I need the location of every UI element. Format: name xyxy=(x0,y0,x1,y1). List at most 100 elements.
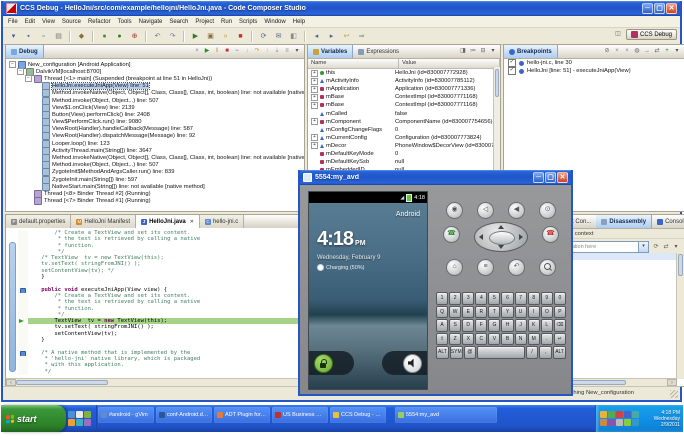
debug-tree-item[interactable]: Method.invoke(Object, Object...) line: 5… xyxy=(6,161,304,170)
view-menu-icon[interactable]: ▾ xyxy=(672,242,681,253)
debug-tree-item[interactable]: ZygoteInit$MethodAndArgsCaller.run() lin… xyxy=(6,168,304,177)
last-edit-icon[interactable]: ↩ xyxy=(340,30,353,43)
key-space[interactable] xyxy=(477,346,525,359)
editor-tab-default-properties[interactable]: Pdefault.properties xyxy=(6,215,72,228)
taskbar-item-adt-plugin-for-eclipse-[interactable]: ADT Plugin for Eclipse... xyxy=(214,407,270,423)
key-f[interactable]: F xyxy=(475,319,488,332)
menu-search[interactable]: Search xyxy=(169,19,188,25)
key-v[interactable]: V xyxy=(488,332,501,345)
debug-tree-item[interactable]: − Thread [<1> main] (Suspended (breakpoin… xyxy=(6,74,304,83)
perspective-ccs-debug[interactable]: CCS Debug xyxy=(625,29,677,40)
key-7[interactable]: 7 xyxy=(514,292,527,305)
key-s[interactable]: S xyxy=(449,319,462,332)
key-x[interactable]: X xyxy=(462,332,475,345)
scroll-thumb[interactable] xyxy=(16,380,108,385)
expander-icon[interactable]: + xyxy=(311,101,318,109)
expander-icon[interactable]: + xyxy=(311,118,318,126)
show-type-names-icon[interactable]: ◨ xyxy=(459,46,468,57)
show-logical-structure-icon[interactable]: ≔ xyxy=(469,46,478,57)
variable-row[interactable]: mConfigChangeFlags 0 xyxy=(308,126,500,134)
collapse-all-icon[interactable]: ⊟ xyxy=(479,46,488,57)
tab-debug[interactable]: Debug xyxy=(6,45,44,58)
home-button[interactable]: ⌂ xyxy=(446,259,463,276)
menu-project[interactable]: Project xyxy=(195,19,214,25)
editor-left-scrollbar[interactable] xyxy=(9,242,16,372)
key-w[interactable]: W xyxy=(449,305,462,318)
key-sym[interactable]: ⇧ xyxy=(436,332,449,345)
taskbar-item-5554-my-avd[interactable]: 5554:my_avd xyxy=(395,407,497,423)
dpad[interactable] xyxy=(474,222,528,252)
variable-row[interactable]: + mCurrentConfig Configuration (id=8300077… xyxy=(308,134,500,142)
view-menu-icon[interactable]: ▾ xyxy=(293,46,302,57)
dpad-left-icon[interactable] xyxy=(479,234,483,240)
debug-tree-item[interactable]: Thread [<7> Binder Thread #1] (Running) xyxy=(6,197,304,205)
quick-launch-icon-2[interactable] xyxy=(76,411,83,418)
dpad-right-icon[interactable] xyxy=(519,234,523,240)
breakpoint-checkbox[interactable]: ✓ xyxy=(508,59,516,67)
redo-icon[interactable]: ↷ xyxy=(166,30,179,43)
expander-icon[interactable]: − xyxy=(17,68,24,76)
quick-launch-icon-5[interactable] xyxy=(76,419,83,426)
key-sym[interactable]: , xyxy=(539,346,553,359)
suspend-icon[interactable]: ‖ xyxy=(213,46,222,57)
menu-tools[interactable]: Tools xyxy=(118,19,132,25)
key-q[interactable]: Q xyxy=(436,305,449,318)
variable-row[interactable]: + mDecor PhoneWindow$DecorView (id=8300077… xyxy=(308,142,500,150)
view-menu-icon[interactable]: ▾ xyxy=(673,46,682,57)
variable-row[interactable]: + mApplication Application (id=83000777133… xyxy=(308,85,500,93)
key-i[interactable]: I xyxy=(527,305,540,318)
remove-all-icon[interactable]: × xyxy=(623,46,632,57)
expander-icon[interactable]: + xyxy=(311,69,318,77)
key-n[interactable]: N xyxy=(514,332,527,345)
key-alt[interactable]: ALT xyxy=(436,346,449,359)
debug-tree-item[interactable]: NativeStart.main(String[]) line: not ava… xyxy=(6,182,304,191)
menu-help[interactable]: Help xyxy=(293,19,305,25)
editor-tab-hellojni-manifest[interactable]: M HelloJni Manifest xyxy=(71,215,137,228)
key-r[interactable]: R xyxy=(475,305,488,318)
maximize-button[interactable]: ▢ xyxy=(654,3,665,14)
menu-scripts[interactable]: Scripts xyxy=(239,19,257,25)
debug-tree-item[interactable]: ViewRoot(Handler).handleCallback(Message… xyxy=(6,125,304,134)
tray-icon-4[interactable] xyxy=(624,411,631,418)
dpad-up-icon[interactable] xyxy=(498,225,504,229)
menu-source[interactable]: Source xyxy=(62,19,81,25)
debug-tree-item[interactable]: View$PerformClick.run() line: 9080 xyxy=(6,118,304,127)
key-c[interactable]: C xyxy=(475,332,488,345)
debug-tree-item[interactable]: Method.invokeNative(Object, Object[], Cl… xyxy=(6,89,304,98)
emulator-screen[interactable]: ◢ 4:18 Android 4:18 PM Wednesday, Februar… xyxy=(308,191,428,390)
key-y[interactable]: Y xyxy=(501,305,514,318)
menu-view[interactable]: View xyxy=(42,19,55,25)
debug-tree-item[interactable]: − DalvikVM[localhost:8700] xyxy=(6,67,304,76)
sound-slider[interactable] xyxy=(382,351,427,375)
flash-icon[interactable]: ⊕ xyxy=(128,30,141,43)
remove-all-terminated-icon[interactable]: × xyxy=(193,46,202,57)
column-value[interactable]: Value xyxy=(399,59,500,68)
search-button[interactable] xyxy=(539,259,556,276)
halt-icon[interactable]: ■ xyxy=(234,30,247,43)
variable-row[interactable]: + mBase ContextImpl (id=830007771168) xyxy=(308,93,500,101)
key-k[interactable]: K xyxy=(527,319,540,332)
disconnect-icon[interactable]: ⌁ xyxy=(233,46,242,57)
key-6[interactable]: 6 xyxy=(501,292,514,305)
quick-launch-icon-1[interactable] xyxy=(68,411,75,418)
debug-tree-item[interactable]: Thread [<8> Binder Thread #2] (Running) xyxy=(6,189,304,198)
emulator-titlebar[interactable]: 5554:my_avd ─ ▢ ✕ xyxy=(300,170,571,185)
dpad-center[interactable] xyxy=(489,231,515,245)
breakpoint-item[interactable]: ✓ hello-jni.c, line 30 xyxy=(504,59,684,67)
key-sym[interactable]: / xyxy=(525,346,539,359)
key-e[interactable]: E xyxy=(462,305,475,318)
link-icon[interactable]: ⇄ xyxy=(662,242,671,253)
key-g[interactable]: G xyxy=(488,319,501,332)
view-menu-icon[interactable]: ▾ xyxy=(489,46,498,57)
variable-row[interactable]: + mActivityInfo ActivityInfo (id=830007785… xyxy=(308,77,500,85)
debug-tree-item[interactable]: HelloJni.executeJniApp(View) line: 51 xyxy=(6,82,304,91)
forward-icon[interactable]: ▸ xyxy=(325,30,338,43)
editor-tab-hellojni-java[interactable]: J HelloJni.java ✕ xyxy=(136,215,200,228)
key-sym[interactable]: ↵ xyxy=(553,332,566,345)
key-z[interactable]: Z xyxy=(449,332,462,345)
emulator-close-button[interactable]: ✕ xyxy=(557,172,568,183)
save-icon[interactable]: ▪ xyxy=(22,30,35,43)
tray-icon-1[interactable] xyxy=(600,411,607,418)
disassembly-vertical-scrollbar[interactable] xyxy=(676,253,684,379)
new-icon[interactable]: ▾ xyxy=(7,30,20,43)
